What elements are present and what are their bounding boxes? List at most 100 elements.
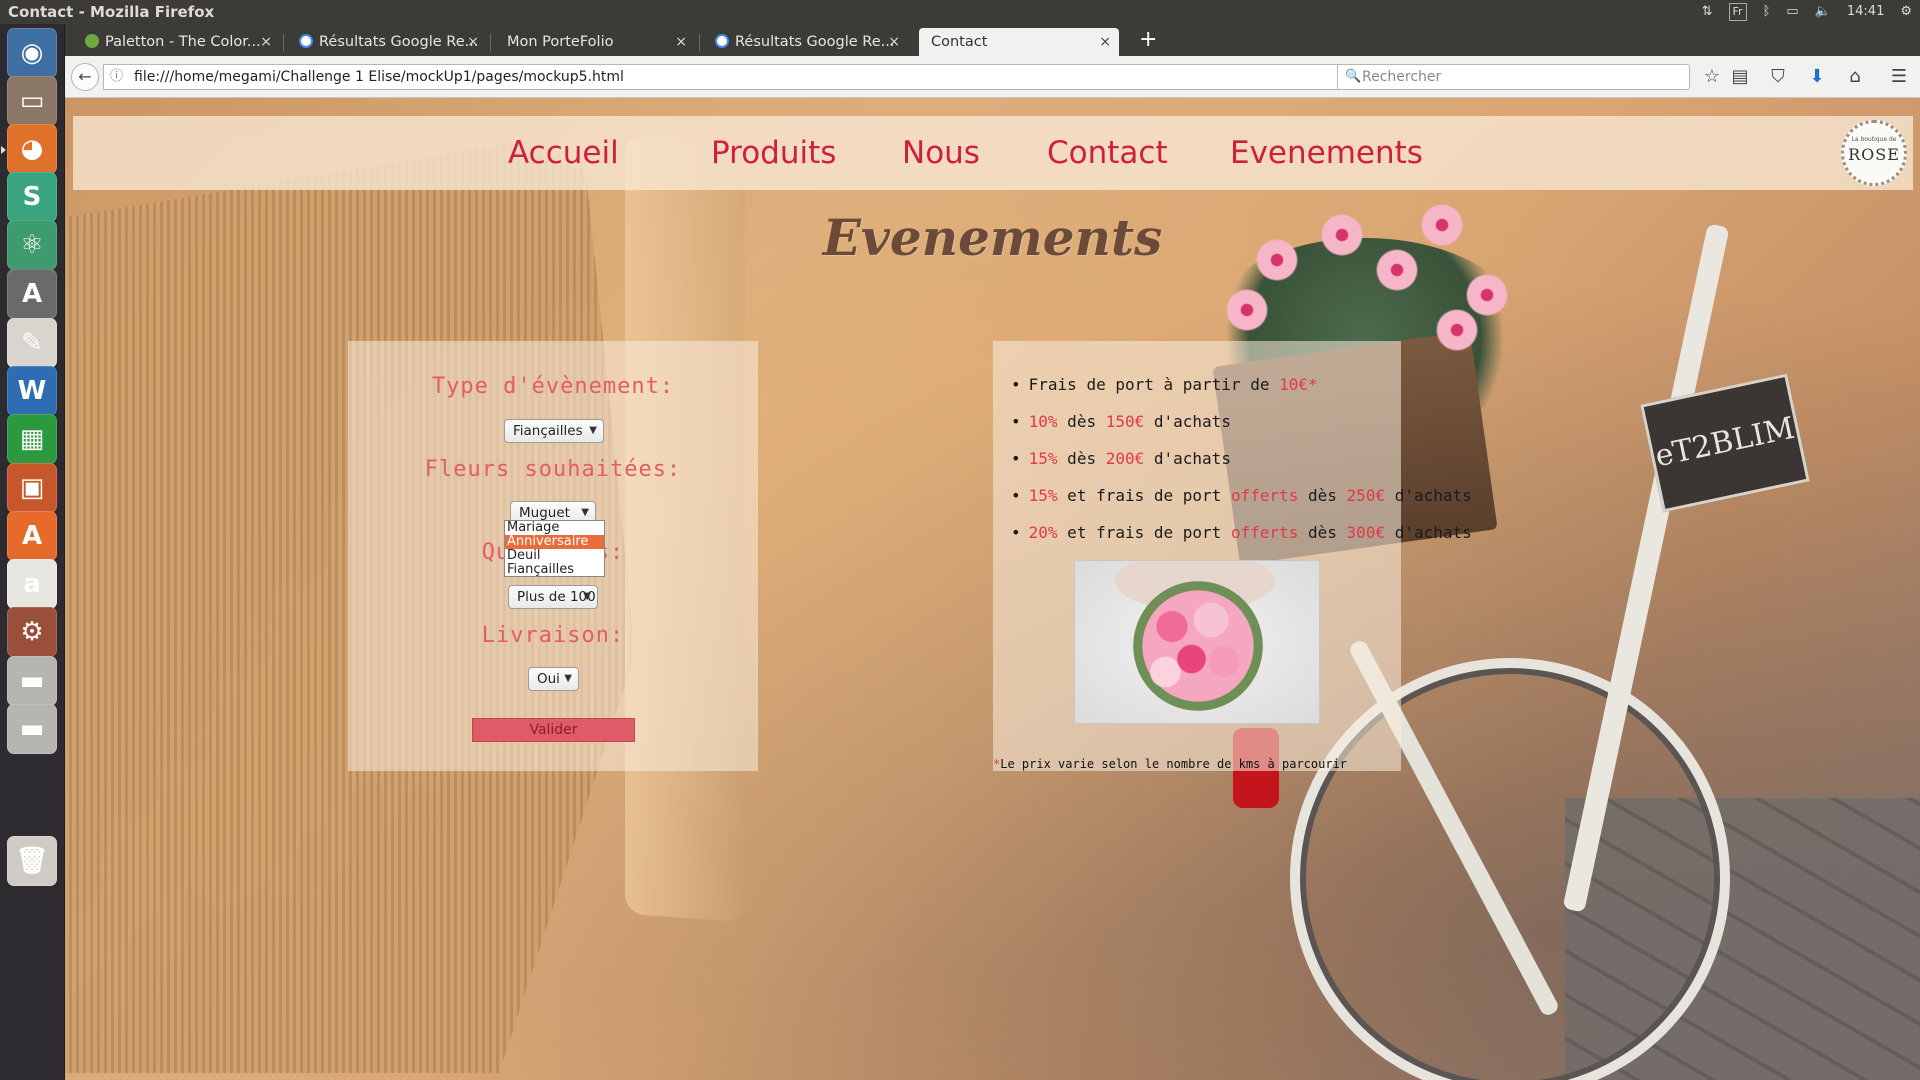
libreoffice-impress-icon[interactable]: ▣ xyxy=(7,463,57,513)
pricing-text: d'achats xyxy=(1144,412,1231,431)
close-icon[interactable]: × xyxy=(467,28,479,56)
dropdown-option-fiancailles[interactable]: Fiançailles xyxy=(505,563,604,577)
download-icon[interactable]: ⬇ xyxy=(1805,66,1829,88)
chevron-down-icon: ▼ xyxy=(564,673,572,684)
close-icon[interactable]: × xyxy=(675,28,687,56)
network-transfer-icon[interactable]: ⇅ xyxy=(1702,0,1713,24)
chevron-down-icon: ▼ xyxy=(589,425,597,436)
pricing-highlight: 10€* xyxy=(1279,375,1318,394)
slack-icon[interactable]: S xyxy=(7,172,57,222)
bookmark-star-icon[interactable]: ☆ xyxy=(1700,66,1724,88)
background-flower xyxy=(1465,273,1509,317)
pricing-highlight: 15% xyxy=(1028,449,1058,468)
background-flower xyxy=(1225,288,1269,332)
nav-link-contact[interactable]: Contact xyxy=(1047,116,1168,190)
pricing-panel: • Frais de port à partir de 10€* • 10% dès… xyxy=(993,341,1472,771)
dropdown-option-mariage[interactable]: Mariage xyxy=(505,521,604,535)
google-favicon-icon xyxy=(715,34,729,48)
tab-portefolio[interactable]: Mon PorteFolio × xyxy=(495,28,695,56)
clock[interactable]: 14:41 xyxy=(1847,0,1884,24)
tab-contact[interactable]: Contact × xyxy=(919,28,1119,56)
search-input[interactable]: 🔍 Rechercher xyxy=(1337,64,1690,90)
pricing-text: dès xyxy=(1298,486,1347,505)
reading-list-icon[interactable]: ▤ xyxy=(1728,66,1752,88)
bullet-icon: • xyxy=(1011,523,1021,542)
top-panel: Contact - Mozilla Firefox ⇅ Fr ᛒ ▭ 🔈 14:… xyxy=(0,0,1920,24)
pocket-icon[interactable]: ⛉ xyxy=(1766,66,1790,88)
paletton-favicon-icon xyxy=(85,34,99,48)
pricing-highlight: offerts xyxy=(1230,486,1299,505)
pricing-text: d'achats xyxy=(1385,486,1472,505)
event-type-select[interactable]: Fiançailles ▼ xyxy=(504,419,604,443)
delivery-select[interactable]: Oui ▼ xyxy=(528,667,579,691)
firefox-window: Paletton - The Color... × Résultats Goog… xyxy=(65,24,1920,1080)
note-text: Le prix varie selon le nombre de kms à p… xyxy=(1000,757,1348,771)
nav-link-produits[interactable]: Produits xyxy=(711,116,836,190)
atom-icon[interactable]: ⚛ xyxy=(7,220,57,270)
delivery-label: Livraison: xyxy=(481,623,625,648)
bullet-icon: • xyxy=(1011,486,1021,505)
tab-label: Résultats Google Re... xyxy=(319,34,479,50)
system-settings-icon[interactable]: ⚙ xyxy=(7,607,57,657)
pricing-item: • 15% et frais de port offerts dès 250€ d… xyxy=(1011,486,1472,505)
tab-google-results-2[interactable]: Résultats Google Re... × xyxy=(703,28,908,56)
event-type-dropdown-list[interactable]: Mariage Anniversaire Deuil Fiançailles xyxy=(504,520,605,577)
search-placeholder: Rechercher xyxy=(1362,69,1442,85)
new-tab-button[interactable]: + xyxy=(1139,27,1157,53)
pricing-item: • 10% dès 150€ d'achats xyxy=(1011,412,1231,431)
text-editor-icon[interactable]: ✎ xyxy=(7,318,57,368)
site-logo[interactable]: La boutique de ROSE xyxy=(1841,120,1907,186)
tab-separator xyxy=(283,34,284,52)
files-icon[interactable]: ▭ xyxy=(7,76,57,126)
close-icon[interactable]: × xyxy=(1099,28,1111,56)
nav-link-nous[interactable]: Nous xyxy=(902,116,980,190)
libreoffice-calc-icon[interactable]: ▦ xyxy=(7,414,57,464)
pricing-text: Frais de port à partir de xyxy=(1028,375,1280,394)
nav-link-evenements[interactable]: Evenements xyxy=(1230,116,1423,190)
dropdown-option-anniversaire[interactable]: Anniversaire xyxy=(505,535,604,549)
chevron-down-icon: ▼ xyxy=(583,591,591,602)
pricing-item: • 20% et frais de port offerts dès 300€ d… xyxy=(1011,523,1472,542)
battery-icon[interactable]: ▭ xyxy=(1786,0,1798,24)
tab-paletton[interactable]: Paletton - The Color... × xyxy=(73,28,280,56)
bluetooth-icon[interactable]: ᛒ xyxy=(1763,0,1771,24)
drive-icon[interactable]: ▬ xyxy=(7,656,57,706)
back-button[interactable]: ← xyxy=(71,63,99,91)
drive-2-icon[interactable]: ▬ xyxy=(7,704,57,754)
libreoffice-writer-icon[interactable]: W xyxy=(7,366,57,416)
url-text[interactable]: file:///home/megami/Challenge 1 Elise/mo… xyxy=(134,65,624,89)
tab-bar: Paletton - The Color... × Résultats Goog… xyxy=(65,24,1920,56)
nav-link-accueil[interactable]: Accueil xyxy=(508,116,619,190)
tab-label: Paletton - The Color... xyxy=(105,34,261,50)
volume-icon[interactable]: 🔈 xyxy=(1815,0,1831,24)
pricing-highlight: offerts xyxy=(1230,523,1299,542)
background-plate: eT2BLIM xyxy=(1640,373,1810,513)
pricing-item: • Frais de port à partir de 10€* xyxy=(1011,375,1318,394)
ubuntu-dash-icon[interactable]: ◉ xyxy=(7,28,57,78)
close-icon[interactable]: × xyxy=(888,28,900,56)
software-updater-icon[interactable]: A xyxy=(7,269,57,319)
google-favicon-icon xyxy=(299,34,313,48)
amazon-icon[interactable]: a xyxy=(7,559,57,609)
select-value: Fiançailles xyxy=(513,423,583,439)
gear-icon[interactable]: ⚙ xyxy=(1900,0,1912,24)
home-icon[interactable]: ⌂ xyxy=(1843,66,1867,88)
trash-icon[interactable]: 🗑 xyxy=(7,836,57,886)
firefox-icon[interactable]: ◕ xyxy=(1,124,57,174)
dropdown-option-deuil[interactable]: Deuil xyxy=(505,549,604,563)
tab-label: Résultats Google Re... xyxy=(735,34,895,50)
tab-google-results-1[interactable]: Résultats Google Re... × xyxy=(287,28,487,56)
ubuntu-software-icon[interactable]: A xyxy=(7,511,57,561)
quantity-select[interactable]: Plus de 100 ▼ xyxy=(508,585,598,609)
menu-icon[interactable]: ☰ xyxy=(1887,66,1911,88)
bullet-icon: • xyxy=(1011,375,1021,394)
close-icon[interactable]: × xyxy=(260,28,272,56)
pricing-highlight: 15% xyxy=(1028,486,1058,505)
url-bar[interactable]: ⓘ file:///home/megami/Challenge 1 Elise/… xyxy=(103,64,1365,90)
keyboard-layout-indicator[interactable]: Fr xyxy=(1728,3,1747,21)
tab-separator xyxy=(490,34,491,52)
info-icon[interactable]: ⓘ xyxy=(110,65,123,89)
web-page: eT2BLIM Accueil Produits Nous Contact Ev… xyxy=(65,98,1920,1080)
submit-button[interactable]: Valider xyxy=(472,718,635,742)
bouquet-flowers xyxy=(1133,581,1263,711)
